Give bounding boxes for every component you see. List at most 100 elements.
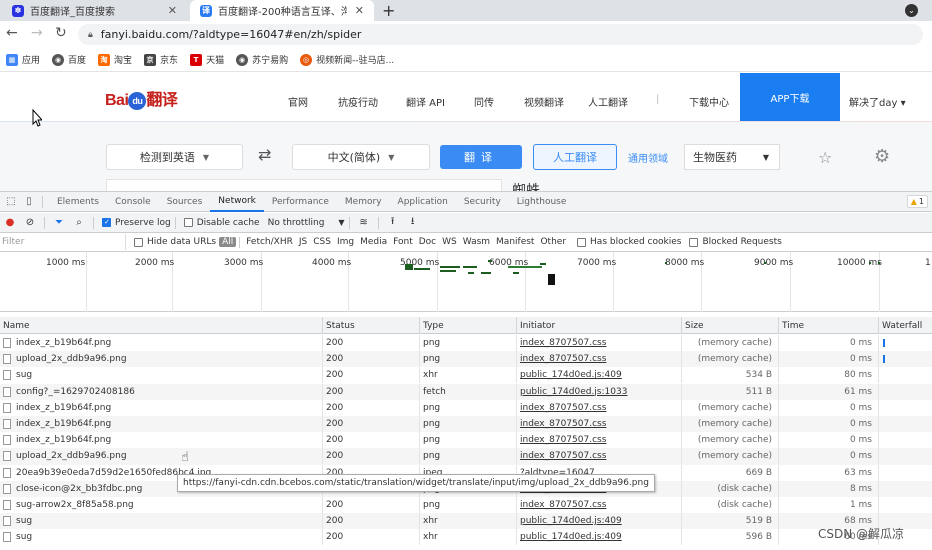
col-status[interactable]: Status	[322, 317, 419, 334]
filter-css[interactable]: CSS	[310, 237, 334, 247]
col-waterfall[interactable]: Waterfall	[878, 317, 932, 334]
filter-doc[interactable]: Doc	[416, 237, 439, 247]
table-row[interactable]: index_z_b19b64f.png 200 png index_8707507.c…	[0, 335, 932, 351]
source-text-input[interactable]	[106, 179, 502, 191]
filter-icon[interactable]: ⏷	[52, 216, 66, 230]
bookmark-tmall[interactable]: T 天猫	[190, 53, 224, 66]
cell-initiator[interactable]: index_8707507.css	[516, 351, 681, 368]
cell-initiator[interactable]: index_8707507.css	[516, 416, 681, 432]
source-language-select[interactable]: 检测到英语 ▼	[106, 144, 243, 170]
filter-media[interactable]: Media	[357, 237, 390, 247]
user-menu[interactable]: 解决了day ▾	[849, 94, 906, 109]
filter-img[interactable]: Img	[334, 237, 357, 247]
domain-label[interactable]: 通用领域	[628, 150, 668, 165]
filter-font[interactable]: Font	[390, 237, 416, 247]
tab-console[interactable]: Console	[107, 192, 159, 212]
close-tab-icon[interactable]: ✕	[168, 4, 177, 17]
col-initiator[interactable]: Initiator	[516, 317, 681, 334]
tab-memory[interactable]: Memory	[337, 192, 390, 212]
table-row[interactable]: sug-arrow2x_8f85a58.png 200 png index_87075…	[0, 497, 932, 513]
domain-select[interactable]: 生物医药 ▼	[684, 144, 780, 170]
bookmark-jd[interactable]: 京京东	[144, 53, 178, 66]
tab-security[interactable]: Security	[456, 192, 509, 212]
table-row[interactable]: upload_2x_ddb9a96.png 200 png index_8707507…	[0, 448, 932, 465]
tab-performance[interactable]: Performance	[264, 192, 337, 212]
nav-human-translate[interactable]: 人工翻译	[588, 94, 628, 109]
table-row[interactable]: sug 200 xhr public_174d0ed.js:409 534 B 80 ms	[0, 367, 932, 384]
col-time[interactable]: Time	[778, 317, 878, 334]
browser-tab-1[interactable]: ✽ 百度翻译_百度搜索 ✕	[2, 0, 187, 21]
table-row[interactable]: sug 200 xhr public_174d0ed.js:409 519 B 68 ms	[0, 513, 932, 530]
filter-all[interactable]: All	[219, 237, 237, 247]
human-translate-button[interactable]: 人工翻译	[533, 144, 617, 170]
bookmark-baidu[interactable]: ◉ 百度	[52, 53, 86, 66]
nav-download-center[interactable]: 下载中心	[689, 94, 729, 109]
forward-icon[interactable]: →	[31, 25, 43, 41]
has-blocked-cookies-checkbox[interactable]	[577, 237, 587, 247]
warning-badge[interactable]: ▲ 1	[906, 195, 928, 208]
cell-initiator[interactable]: public_174d0ed.js:409	[516, 367, 681, 384]
hide-data-urls-checkbox[interactable]	[134, 237, 143, 247]
filter-other[interactable]: Other	[537, 237, 569, 247]
filter-input[interactable]: Filter	[0, 234, 126, 250]
cell-initiator[interactable]: index_8707507.css	[516, 497, 681, 513]
nav-interpretation[interactable]: 同传	[474, 94, 494, 109]
nav-video-translate[interactable]: 视频翻译	[524, 94, 564, 109]
tab-elements[interactable]: Elements	[49, 192, 107, 212]
table-row[interactable]: index_z_b19b64f.png 200 png index_8707507.c…	[0, 416, 932, 433]
tab-network[interactable]: Network	[210, 192, 264, 212]
bookmark-suning[interactable]: ◉ 苏宁易购	[236, 53, 288, 66]
network-conditions-icon[interactable]: ≋	[357, 216, 371, 230]
table-row[interactable]: config?_=1629702408186 200 fetch public_174…	[0, 383, 932, 400]
cell-initiator[interactable]: public_174d0ed.js:409	[516, 513, 681, 530]
close-tab-icon[interactable]: ✕	[355, 4, 364, 17]
baidu-fanyi-logo[interactable]: Bai du 翻译	[105, 86, 178, 110]
clear-icon[interactable]: ⊘	[23, 216, 37, 230]
lock-icon[interactable]: 🔒︎	[88, 30, 93, 40]
favorite-star-icon[interactable]: ☆	[818, 148, 832, 167]
cell-initiator[interactable]: public_174d0ed.js:409	[516, 529, 681, 546]
reload-icon[interactable]: ↻	[55, 25, 67, 41]
cell-initiator[interactable]: index_8707507.css	[516, 448, 681, 465]
disable-cache-checkbox[interactable]	[183, 218, 193, 227]
settings-gear-icon[interactable]: ⚙	[874, 146, 890, 167]
table-row[interactable]: index_z_b19b64f.png 200 png index_8707507.c…	[0, 432, 932, 449]
col-name[interactable]: Name	[0, 317, 322, 334]
tab-sources[interactable]: Sources	[159, 192, 211, 212]
cell-initiator[interactable]: public_174d0ed.js:1033	[516, 383, 681, 400]
col-type[interactable]: Type	[419, 317, 516, 334]
table-row[interactable]: index_z_b19b64f.png 200 png index_8707507.c…	[0, 399, 932, 416]
filter-ws[interactable]: WS	[439, 237, 460, 247]
bookmark-apps[interactable]: ▦ 应用	[6, 53, 40, 66]
device-toolbar-icon[interactable]: ▯	[22, 195, 36, 209]
import-har-icon[interactable]: ⭱	[386, 216, 400, 230]
new-tab-button[interactable]: +	[382, 1, 395, 20]
app-download-button[interactable]: APP下载	[740, 73, 840, 121]
throttling-select[interactable]: No throttling	[268, 218, 325, 228]
record-icon[interactable]: ●	[3, 216, 17, 230]
nav-official[interactable]: 官网	[288, 94, 308, 109]
filter-manifest[interactable]: Manifest	[493, 237, 537, 247]
tab-application[interactable]: Application	[390, 192, 456, 212]
cell-initiator[interactable]: index_8707507.css	[516, 432, 681, 449]
nav-api[interactable]: 翻译 API	[406, 94, 445, 109]
translate-button[interactable]: 翻译	[440, 145, 522, 169]
filter-fetch-xhr[interactable]: Fetch/XHR	[243, 237, 296, 247]
cell-initiator[interactable]: index_8707507.css	[516, 399, 681, 416]
table-row[interactable]: sug 200 xhr public_174d0ed.js:409 596 B 60 ms	[0, 529, 932, 546]
browser-tab-2[interactable]: 译 百度翻译-200种语言互译、沟通... ✕	[190, 0, 374, 21]
search-icon[interactable]: ⌕	[72, 216, 86, 230]
tab-search-icon[interactable]: ⌄	[905, 4, 918, 17]
table-row[interactable]: upload_2x_ddb9a96.png 200 png index_8707507…	[0, 351, 932, 368]
cell-initiator[interactable]: index_8707507.css	[516, 335, 681, 351]
inspect-element-icon[interactable]: ⬚	[4, 195, 18, 209]
export-har-icon[interactable]: ⭳	[406, 216, 420, 230]
col-size[interactable]: Size	[681, 317, 778, 334]
target-language-select[interactable]: 中文(简体) ▼	[292, 144, 430, 170]
nav-covid[interactable]: 抗疫行动	[338, 94, 378, 109]
filter-wasm[interactable]: Wasm	[460, 237, 493, 247]
tab-lighthouse[interactable]: Lighthouse	[509, 192, 575, 212]
blocked-requests-checkbox[interactable]	[689, 237, 699, 247]
bookmark-video-news[interactable]: ◎ 视频新闻--驻马店...	[300, 53, 394, 66]
back-icon[interactable]: ←	[6, 25, 18, 41]
